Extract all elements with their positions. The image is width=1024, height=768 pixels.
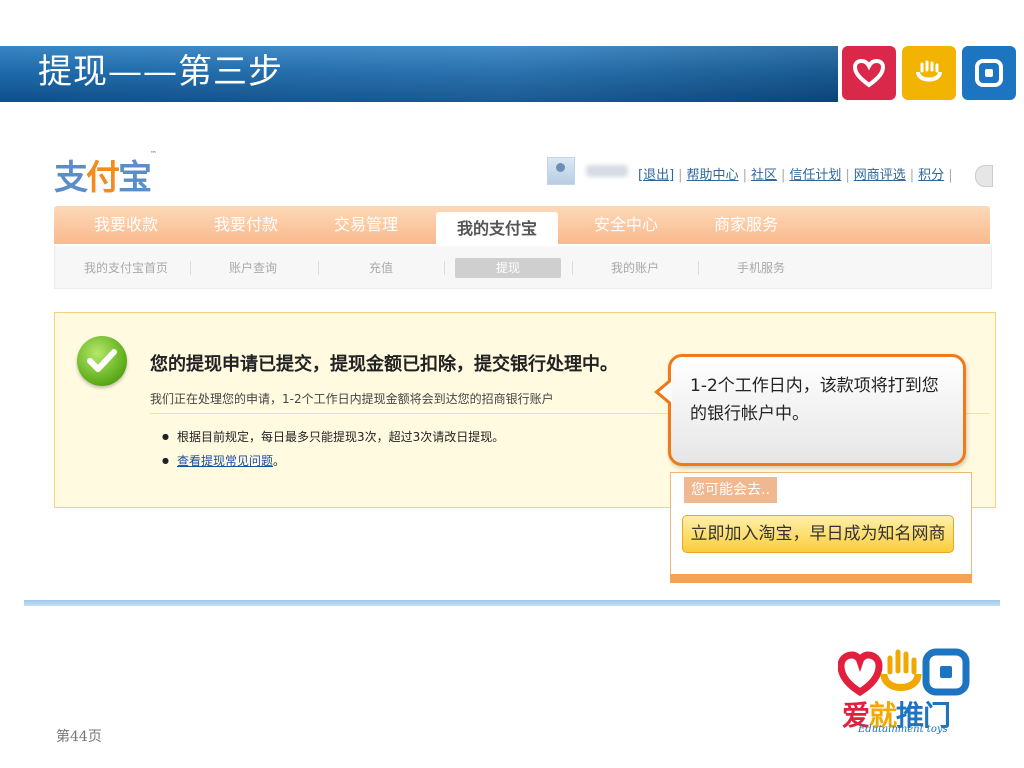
subnav-recharge[interactable]: 充值: [328, 258, 434, 278]
blurred-username: [586, 165, 628, 177]
tab-transactions[interactable]: 交易管理: [310, 206, 422, 244]
faq-bullet: 查看提现常见问题。: [162, 452, 285, 469]
trust-plan-link[interactable]: 信任计划: [789, 168, 841, 183]
subnav-divider: [698, 261, 699, 275]
suggestion-label: 您可能会去..: [684, 477, 777, 503]
points-link[interactable]: 积分: [918, 168, 944, 183]
slide-title: 提现——第三步: [38, 52, 283, 92]
heart-icon: [842, 46, 896, 100]
alipay-logo[interactable]: 支付宝™: [54, 150, 157, 199]
subnav-divider: [190, 261, 191, 275]
tab-security[interactable]: 安全中心: [570, 206, 682, 244]
subnav-divider: [318, 261, 319, 275]
success-title: 您的提现申请已提交，提现金额已扣除，提交银行处理中。: [150, 354, 618, 375]
success-check-icon: [77, 336, 127, 386]
tab-merchant[interactable]: 商家服务: [690, 206, 802, 244]
subnav-home[interactable]: 我的支付宝首页: [70, 258, 182, 278]
subnav-divider: [444, 261, 445, 275]
subnav-withdraw[interactable]: 提现: [455, 258, 561, 278]
page-number: 第44页: [56, 729, 102, 745]
rule-bullet: 根据目前规定，每日最多只能提现3次，超过3次请改日提现。: [162, 428, 504, 445]
tab-my-alipay[interactable]: 我的支付宝: [436, 212, 558, 246]
square-icon: [962, 46, 1016, 100]
tab-receive[interactable]: 我要收款: [70, 206, 182, 244]
hand-icon: [902, 46, 956, 100]
success-subtitle: 我们正在处理您的申请，1-2个工作日内提现金额将会到达您的招商银行账户: [150, 392, 554, 406]
community-link[interactable]: 社区: [751, 168, 777, 183]
top-links: [退出] | 帮助中心 | 社区 | 信任计划 | 网商评选 | 积分 |: [638, 168, 953, 183]
logout-link[interactable]: [退出]: [638, 168, 674, 183]
faq-link[interactable]: 查看提现常见问题: [177, 454, 273, 468]
subnav-my-account[interactable]: 我的账户: [582, 258, 688, 278]
suggestion-box-bottom: [670, 574, 972, 583]
subnav-mobile[interactable]: 手机服务: [708, 258, 814, 278]
subnav-divider: [572, 261, 573, 275]
join-taobao-button[interactable]: 立即加入淘宝，早日成为知名网商: [682, 515, 954, 553]
screenshot-bottom-line: [24, 600, 1000, 606]
tab-pay[interactable]: 我要付款: [190, 206, 302, 244]
callout-text: 1-2个工作日内，该款项将打到您的银行帐户中。: [690, 376, 939, 424]
brand-logo-subtitle: Edutainment toys: [858, 724, 948, 735]
scroll-right-button[interactable]: [975, 165, 993, 187]
user-avatar[interactable]: [547, 157, 575, 185]
merchant-rating-link[interactable]: 网商评选: [854, 168, 906, 183]
help-center-link[interactable]: 帮助中心: [687, 168, 739, 183]
subnav-account-query[interactable]: 账户查询: [200, 258, 306, 278]
callout-pointer-inner: [659, 381, 672, 403]
